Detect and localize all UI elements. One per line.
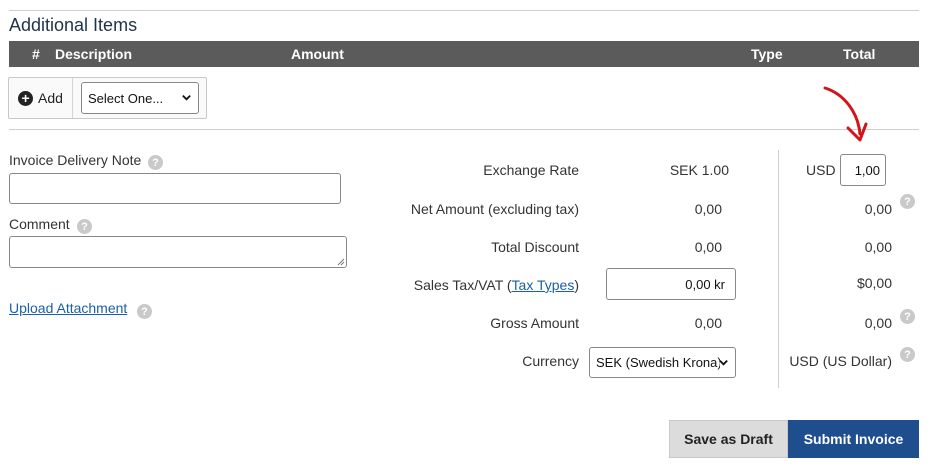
delivery-note-input[interactable] [9, 173, 341, 204]
save-as-draft-button[interactable]: Save as Draft [669, 420, 788, 458]
converted-currency-code: USD [806, 162, 836, 178]
total-discount-label: Total Discount [491, 239, 579, 255]
add-item-group: + Add Select One... [8, 77, 207, 119]
col-type: Type [751, 46, 783, 62]
gross-amount-label: Gross Amount [490, 315, 579, 331]
col-number: # [32, 46, 40, 62]
sales-tax-label: Sales Tax/VAT (Tax Types) [413, 277, 579, 293]
tax-types-link[interactable]: Tax Types [512, 277, 575, 293]
exchange-rate-input-value: 1,00 [854, 163, 880, 178]
comment-label: Comment [9, 216, 70, 232]
resize-handle-icon[interactable] [337, 258, 345, 266]
currency-label: Currency [522, 353, 579, 369]
total-discount-value: 0,00 [694, 239, 722, 255]
chevron-down-icon [182, 94, 191, 101]
items-table-header: # Description Amount Type Total [9, 41, 919, 67]
help-icon[interactable]: ? [137, 304, 152, 319]
help-icon[interactable]: ? [148, 155, 163, 170]
exchange-rate-value: SEK 1.00 [669, 162, 729, 178]
exchange-rate-input[interactable]: 1,00 [840, 154, 886, 186]
sales-tax-input-value: 0,00 kr [685, 277, 725, 292]
top-divider [9, 10, 919, 11]
gross-amount-converted: 0,00 [864, 315, 892, 331]
net-amount-value: 0,00 [694, 201, 722, 217]
net-amount-label: Net Amount (excluding tax) [410, 201, 579, 217]
help-icon[interactable]: ? [900, 194, 915, 209]
help-icon[interactable]: ? [900, 309, 915, 324]
add-label: Add [38, 90, 63, 106]
plus-circle-icon: + [18, 90, 34, 106]
col-total: Total [843, 46, 876, 62]
sales-tax-converted: $0,00 [856, 275, 892, 291]
col-description: Description [55, 46, 133, 62]
help-icon[interactable]: ? [77, 219, 92, 234]
comment-textarea[interactable] [9, 236, 347, 268]
exchange-rate-label: Exchange Rate [483, 162, 579, 178]
total-discount-converted: 0,00 [864, 239, 892, 255]
add-item-button[interactable]: + Add [9, 78, 73, 118]
currency-select[interactable]: SEK (Swedish Krona) [589, 347, 736, 378]
gross-amount-value: 0,00 [694, 315, 722, 331]
section-title: Additional Items [9, 15, 138, 35]
upload-attachment-link[interactable]: Upload Attachment [9, 300, 127, 316]
item-type-select-value: Select One... [88, 90, 164, 106]
col-amount: Amount [291, 46, 344, 62]
currency-converted: USD (US Dollar) [789, 353, 892, 369]
section-divider [9, 129, 919, 130]
currency-select-value: SEK (Swedish Krona) [596, 355, 720, 370]
sales-tax-input[interactable]: 0,00 kr [606, 268, 736, 300]
red-arrow-icon [823, 86, 868, 142]
help-icon[interactable]: ? [900, 347, 915, 362]
net-amount-converted: 0,00 [864, 201, 892, 217]
chevron-down-icon [719, 359, 728, 366]
delivery-note-label: Invoice Delivery Note [9, 152, 142, 168]
item-type-select[interactable]: Select One... [81, 82, 199, 114]
submit-invoice-button[interactable]: Submit Invoice [788, 420, 919, 458]
